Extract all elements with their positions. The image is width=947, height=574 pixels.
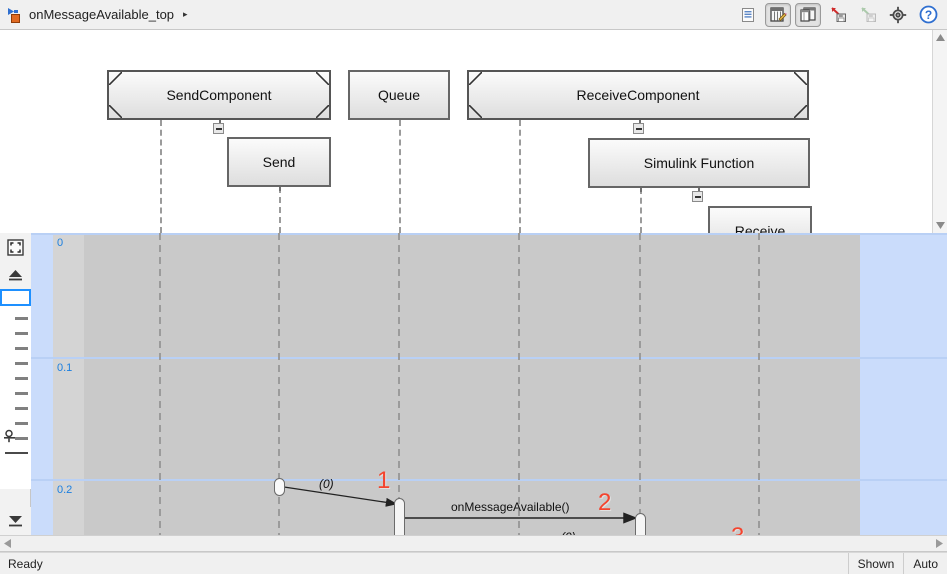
- status-bar: Ready Shown Auto: [0, 552, 947, 574]
- sequence-compare-button[interactable]: [795, 2, 821, 27]
- ruler-tick: [15, 422, 28, 425]
- save-disabled-button: [855, 3, 881, 27]
- help-question-icon[interactable]: ?: [915, 3, 941, 27]
- scroll-down-arrow-icon[interactable]: [933, 218, 947, 233]
- lifeline-box-simulink-function[interactable]: Simulink Function: [588, 138, 810, 188]
- lifeline-label: SendComponent: [166, 87, 272, 103]
- scroll-to-bottom-button[interactable]: [0, 507, 31, 535]
- sequence-diagram-pane[interactable]: 0 0.1 0.2 (0) onMessageAvailable() 1 2: [31, 233, 947, 535]
- lifeline-label: Queue: [377, 87, 421, 103]
- fit-to-view-button[interactable]: [0, 233, 31, 261]
- minus-icon: [694, 195, 701, 198]
- zoom-ruler-selection[interactable]: [0, 289, 31, 306]
- activation-bar-queue[interactable]: [394, 498, 405, 535]
- lifeline-label: Receive: [734, 223, 786, 233]
- corner-decoration-bl: [109, 105, 122, 118]
- lifeline-box-queue[interactable]: Queue: [348, 70, 450, 120]
- collapse-toggle-send-component[interactable]: [213, 123, 224, 134]
- event-marker-send[interactable]: [274, 478, 285, 496]
- corner-decoration-br: [316, 105, 329, 118]
- ruler-baseline: [5, 452, 28, 454]
- lifeline-box-receive[interactable]: Receive: [708, 206, 812, 233]
- corner-decoration-tl: [469, 72, 482, 85]
- collapse-toggle-simulink-function[interactable]: [692, 191, 703, 202]
- breadcrumb[interactable]: onMessageAvailable_top ▸: [0, 6, 188, 24]
- lifeline-send-component: [160, 120, 162, 233]
- scroll-left-arrow-icon[interactable]: [0, 536, 15, 551]
- model-block-icon: [6, 6, 24, 24]
- svg-text:?: ?: [924, 8, 931, 22]
- top-toolbar: onMessageAvailable_top ▸ ?: [0, 0, 947, 30]
- message-label: (0): [319, 477, 334, 491]
- lifeline-box-receive-component[interactable]: ReceiveComponent: [467, 70, 809, 120]
- horizontal-scrollbar[interactable]: [0, 535, 947, 552]
- header-vertical-scrollbar[interactable]: [932, 30, 947, 233]
- scroll-to-top-button[interactable]: [0, 261, 31, 289]
- scroll-up-arrow-icon[interactable]: [933, 30, 947, 45]
- annotation-number-1: 1: [377, 467, 391, 494]
- sequence-edit-button[interactable]: [765, 2, 791, 27]
- lifeline-label: Send: [262, 154, 296, 170]
- annotation-number-3: 3: [731, 523, 744, 535]
- scroll-right-arrow-icon[interactable]: [932, 536, 947, 551]
- ruler-tick: [15, 362, 28, 365]
- stub-simulink-box-down: [640, 188, 642, 192]
- breadcrumb-arrow[interactable]: ▸: [183, 9, 188, 20]
- corner-decoration-tl: [109, 72, 122, 85]
- ruler-tick: [15, 392, 28, 395]
- activation-bar-simulink-function[interactable]: [635, 513, 646, 535]
- left-gutter: [0, 233, 31, 535]
- minus-icon: [635, 127, 642, 130]
- lifeline-header-pane: SendComponent Send Queue ReceiveComponen…: [0, 30, 947, 233]
- lifeline-receive-component: [519, 120, 521, 233]
- ruler-tick: [15, 332, 28, 335]
- lifeline-label: ReceiveComponent: [576, 87, 700, 103]
- status-mode[interactable]: Auto: [903, 553, 947, 574]
- zoom-slider-icon[interactable]: [3, 429, 17, 443]
- message-label: onMessageAvailable(): [451, 500, 570, 514]
- status-right-group: Shown Auto: [847, 553, 947, 574]
- ruler-tick: [15, 407, 28, 410]
- status-visibility[interactable]: Shown: [847, 553, 904, 574]
- message-canvas: [159, 233, 760, 535]
- ruler-tick: [15, 317, 28, 320]
- list-view-button[interactable]: [735, 3, 761, 27]
- toolbar-button-group: ?: [735, 2, 947, 27]
- corner-decoration-br: [794, 105, 807, 118]
- lifeline-queue: [399, 120, 401, 233]
- corner-decoration-tr: [794, 72, 807, 85]
- status-message: Ready: [8, 556, 43, 571]
- annotation-number-2: 2: [598, 489, 612, 516]
- zoom-ruler[interactable]: [0, 289, 31, 489]
- corner-decoration-tr: [316, 72, 329, 85]
- ruler-tick: [15, 377, 28, 380]
- lifeline-box-send[interactable]: Send: [227, 137, 331, 187]
- lifeline-simulink-function: [640, 188, 642, 233]
- stub-send-box-down: [279, 187, 281, 191]
- save-as-button[interactable]: [825, 3, 851, 27]
- minus-icon: [215, 127, 222, 130]
- corner-decoration-bl: [469, 105, 482, 118]
- lifeline-label: Simulink Function: [643, 155, 755, 171]
- lifeline-send: [279, 187, 281, 233]
- gear-icon[interactable]: [885, 3, 911, 27]
- collapse-toggle-receive-component[interactable]: [633, 123, 644, 134]
- lifeline-box-send-component[interactable]: SendComponent: [107, 70, 331, 120]
- ruler-tick: [15, 347, 28, 350]
- breadcrumb-label: onMessageAvailable_top: [29, 7, 175, 22]
- lifeline-header-canvas: SendComponent Send Queue ReceiveComponen…: [0, 30, 932, 233]
